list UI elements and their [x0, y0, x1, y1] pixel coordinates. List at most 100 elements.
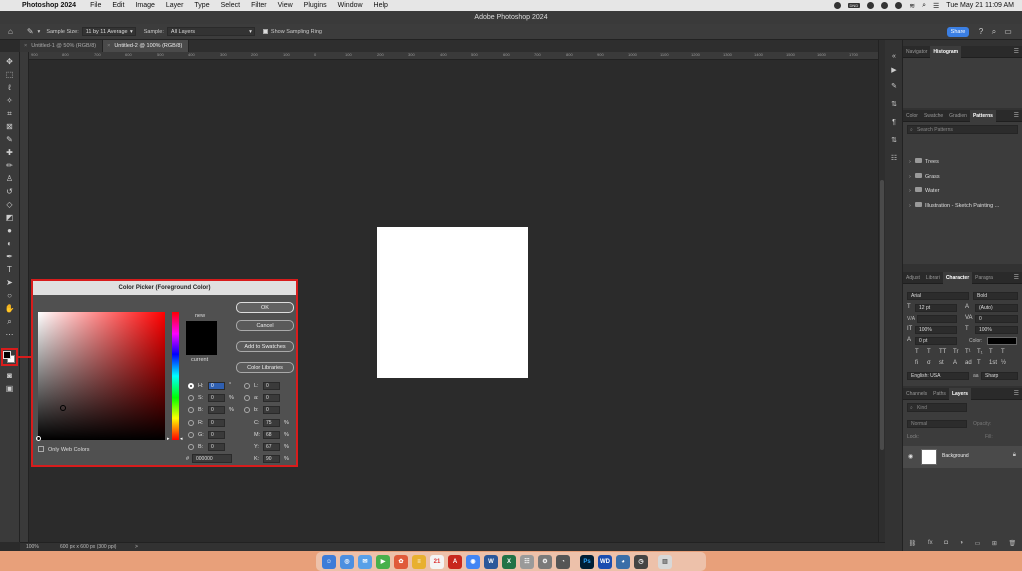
panel-menu-icon[interactable]: ☰: [1014, 390, 1019, 397]
all-caps-icon[interactable]: TT: [939, 349, 946, 355]
panel-menu-icon[interactable]: ☰: [1014, 112, 1019, 119]
adjust-icon[interactable]: ⇅: [889, 136, 899, 146]
layer-comps-icon[interactable]: ⇅: [889, 100, 899, 110]
app-icon[interactable]: ◔: [556, 555, 570, 569]
subscript-icon[interactable]: T₁: [977, 349, 983, 355]
slider-arrow-left-icon[interactable]: ▸: [167, 436, 170, 442]
blur-tool-icon[interactable]: ●: [4, 225, 15, 236]
menu-window[interactable]: Window: [338, 2, 363, 9]
language-select[interactable]: English: USA: [907, 372, 969, 380]
panel-menu-icon[interactable]: ☰: [1014, 274, 1019, 281]
excel-icon[interactable]: X: [502, 555, 516, 569]
ok-button[interactable]: OK: [236, 302, 294, 313]
help-icon[interactable]: ?: [976, 27, 986, 37]
safari-icon[interactable]: ◎: [340, 555, 354, 569]
dnd-badge[interactable]: DND: [847, 3, 861, 8]
field-r[interactable]: 0: [208, 419, 225, 427]
move-tool-icon[interactable]: ✥: [4, 56, 15, 67]
radio-l[interactable]: [244, 383, 250, 389]
menu-file[interactable]: File: [90, 2, 101, 9]
app-menu[interactable]: Photoshop 2024: [22, 2, 76, 9]
close-icon[interactable]: ×: [24, 43, 27, 49]
stamp-tool-icon[interactable]: ♙: [4, 173, 15, 184]
group-icon[interactable]: ▭: [975, 540, 981, 547]
gradient-tool-icon[interactable]: ◩: [4, 212, 15, 223]
kerning-field[interactable]: [917, 315, 957, 323]
checkbox-box[interactable]: [38, 446, 44, 452]
radio-g[interactable]: [188, 432, 194, 438]
chrome-icon[interactable]: ◉: [466, 555, 480, 569]
pattern-group-grass[interactable]: › Grass: [909, 172, 940, 182]
tab-adjustments[interactable]: Adjust: [903, 272, 923, 284]
tab-character[interactable]: Character: [942, 271, 973, 284]
workspace-icon[interactable]: ▭: [1003, 27, 1013, 37]
titling-icon[interactable]: A: [953, 360, 957, 366]
field-y[interactable]: 67: [263, 443, 280, 451]
field-s[interactable]: 0: [208, 394, 225, 402]
blend-mode-select[interactable]: Normal: [907, 420, 967, 428]
radio-blue[interactable]: [188, 444, 194, 450]
only-web-colors-checkbox[interactable]: Only Web Colors: [38, 446, 89, 453]
status-icon[interactable]: [867, 2, 875, 9]
radio-r[interactable]: [188, 420, 194, 426]
paragraph-styles-icon[interactable]: ¶: [889, 118, 899, 128]
home-icon[interactable]: ⌂: [8, 27, 13, 36]
play-icon[interactable]: ▶: [889, 66, 899, 76]
reminders-icon[interactable]: ☷: [520, 555, 534, 569]
tab-navigator[interactable]: Navigator: [903, 46, 930, 58]
color-marker[interactable]: [60, 405, 66, 411]
swash-icon[interactable]: σ: [927, 360, 931, 366]
tab-libraries[interactable]: Librari: [923, 272, 943, 284]
photos-icon[interactable]: ✿: [394, 555, 408, 569]
slider-arrow-right-icon[interactable]: ◂: [180, 436, 183, 442]
notes-icon[interactable]: ≡: [412, 555, 426, 569]
radio-lab-b[interactable]: [244, 407, 250, 413]
layer-filter-select[interactable]: ⌕ Kind: [907, 403, 967, 412]
field-blue[interactable]: 0: [208, 443, 225, 451]
field-lab-b[interactable]: 0: [263, 406, 280, 414]
photoshop-icon[interactable]: Ps: [580, 555, 594, 569]
pattern-group-water[interactable]: › Water: [909, 186, 939, 196]
menu-view[interactable]: View: [278, 2, 293, 9]
menu-select[interactable]: Select: [221, 2, 240, 9]
history-brush-icon[interactable]: ↺: [4, 186, 15, 197]
field-k[interactable]: 90: [263, 455, 280, 463]
mask-icon[interactable]: ◘: [944, 540, 948, 546]
show-ring-checkbox[interactable]: [262, 29, 268, 34]
tab-untitled-1[interactable]: × Untitled-1 @ 50% (RGB/8): [20, 40, 104, 52]
system-settings-icon[interactable]: ⚙: [538, 555, 552, 569]
radio-a[interactable]: [244, 395, 250, 401]
font-size-field[interactable]: 12 pt: [915, 304, 957, 312]
eyedropper-tool-icon[interactable]: ✎: [4, 134, 15, 145]
quick-mask-icon[interactable]: ◙: [4, 370, 15, 381]
hand-tool-icon[interactable]: ✋: [4, 303, 15, 314]
tab-layers[interactable]: Layers: [948, 387, 972, 400]
menu-filter[interactable]: Filter: [251, 2, 267, 9]
clock[interactable]: Tue May 21 11:09 AM: [946, 2, 1014, 9]
eraser-tool-icon[interactable]: ◇: [4, 199, 15, 210]
search-icon[interactable]: ⌕: [989, 27, 999, 37]
font-style-select[interactable]: Bold: [973, 292, 1018, 300]
tracking-field[interactable]: 0: [975, 315, 1018, 323]
layer-name[interactable]: Background: [942, 453, 969, 459]
tab-color[interactable]: Color: [903, 110, 921, 122]
app-icon[interactable]: ◷: [634, 555, 648, 569]
hex-field[interactable]: 000000: [192, 454, 232, 463]
more-tools-icon[interactable]: ⋯: [4, 329, 15, 340]
panel-menu-icon[interactable]: ☰: [1014, 48, 1019, 55]
fraction-icon[interactable]: ½: [1001, 360, 1006, 366]
share-button[interactable]: Share: [947, 27, 969, 37]
ligature-icon[interactable]: fi: [915, 360, 918, 366]
finder-icon[interactable]: ☺: [322, 555, 336, 569]
zoom-tool-icon[interactable]: ⌕: [4, 316, 15, 327]
screen-mode-icon[interactable]: ▣: [4, 383, 15, 394]
tab-gradients[interactable]: Gradien: [946, 110, 970, 122]
trash-icon[interactable]: ▥: [658, 555, 672, 569]
sample-size-select[interactable]: 11 by 11 Average: [81, 27, 136, 36]
scroll-thumb[interactable]: [880, 180, 884, 450]
field-a[interactable]: 0: [263, 394, 280, 402]
tab-swatches[interactable]: Swatche: [921, 110, 946, 122]
alternate-icon[interactable]: T: [977, 360, 981, 366]
new-layer-icon[interactable]: ⊞: [992, 540, 997, 547]
status-icon[interactable]: [833, 2, 841, 9]
